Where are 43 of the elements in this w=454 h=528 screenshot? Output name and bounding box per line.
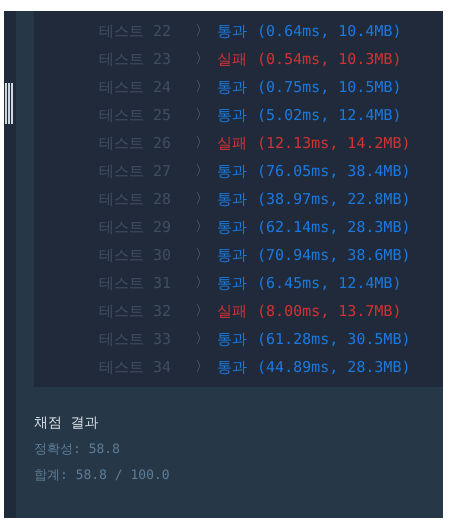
chevron-icon: 〉: [195, 216, 217, 238]
chevron-icon: 〉: [195, 244, 217, 266]
result-status: 통과: [217, 216, 247, 238]
result-status: 통과: [217, 188, 247, 210]
result-status: 통과: [217, 76, 247, 98]
result-detail: (44.89ms, 28.3MB): [257, 356, 411, 378]
chevron-icon: 〉: [195, 132, 217, 154]
chevron-icon: 〉: [195, 300, 217, 322]
result-status: 통과: [217, 160, 247, 182]
result-status: 통과: [217, 272, 247, 294]
result-detail: (8.00ms, 13.7MB): [257, 300, 402, 322]
result-status: 통과: [217, 20, 247, 42]
result-status: 실패: [217, 132, 247, 154]
result-status: 통과: [217, 356, 247, 378]
accuracy-score: 정확성: 58.8: [34, 441, 121, 459]
chevron-icon: 〉: [195, 104, 217, 126]
chevron-icon: 〉: [195, 356, 217, 378]
result-detail: (6.45ms, 12.4MB): [257, 272, 402, 294]
result-status: 실패: [217, 48, 247, 70]
result-detail: (5.02ms, 12.4MB): [257, 104, 402, 126]
chevron-icon: 〉: [195, 272, 217, 294]
result-status: 실패: [217, 300, 247, 322]
result-status: 통과: [217, 244, 247, 266]
chevron-icon: 〉: [195, 188, 217, 210]
result-status: 통과: [217, 104, 247, 126]
result-detail: (12.13ms, 14.2MB): [257, 132, 411, 154]
result-status: 통과: [217, 328, 247, 350]
resize-handle[interactable]: [5, 83, 13, 124]
chevron-icon: 〉: [195, 76, 217, 98]
result-detail: (62.14ms, 28.3MB): [257, 216, 411, 238]
summary-title: 채점 결과: [34, 414, 100, 433]
result-detail: (0.54ms, 10.3MB): [257, 48, 402, 70]
result-detail: (70.94ms, 38.6MB): [257, 244, 411, 266]
chevron-icon: 〉: [195, 328, 217, 350]
chevron-icon: 〉: [195, 20, 217, 42]
result-detail: (38.97ms, 22.8MB): [257, 188, 411, 210]
result-detail: (61.28ms, 30.5MB): [257, 328, 411, 350]
chevron-icon: 〉: [195, 48, 217, 70]
result-detail: (76.05ms, 38.4MB): [257, 160, 411, 182]
result-detail: (0.75ms, 10.5MB): [257, 76, 402, 98]
chevron-icon: 〉: [195, 160, 217, 182]
result-detail: (0.64ms, 10.4MB): [257, 20, 402, 42]
total-score: 합계: 58.8 / 100.0: [34, 466, 171, 484]
